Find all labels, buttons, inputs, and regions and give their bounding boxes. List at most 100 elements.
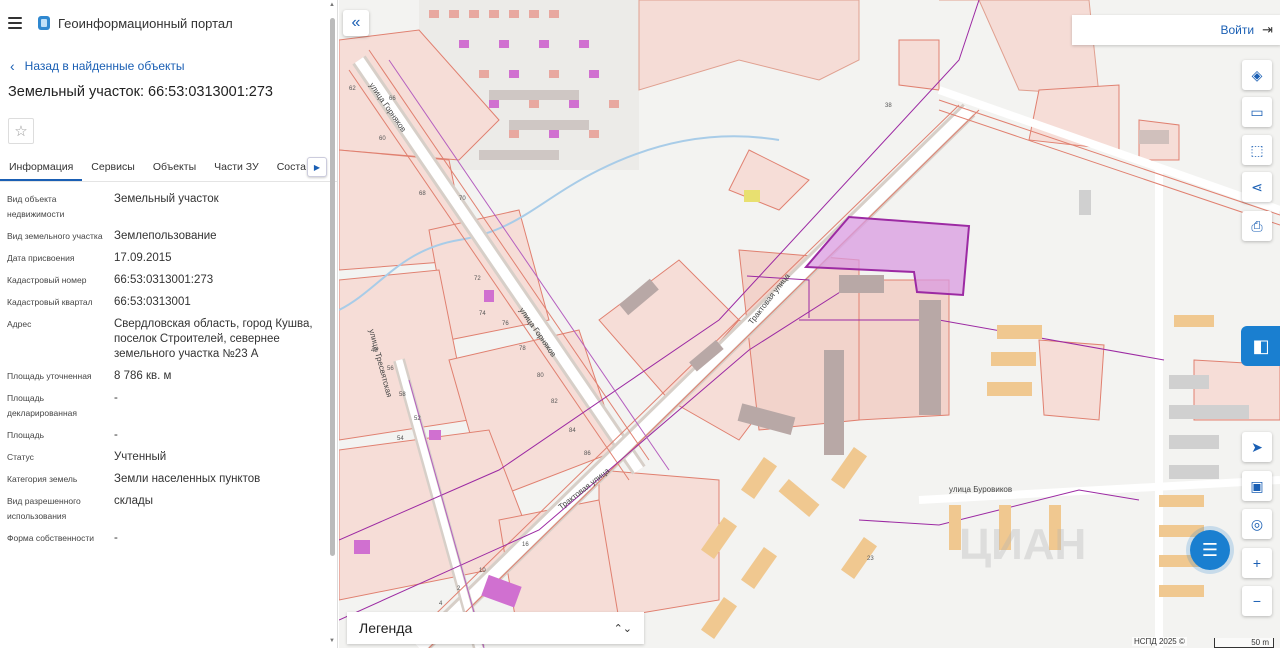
house-number: 58 [399,392,406,398]
property-value: Земельный участок [114,193,219,205]
scale-bar: 50 m [1214,638,1274,648]
house-number: 76 [502,321,509,327]
collapse-panel-icon[interactable]: « [343,10,369,36]
property-value: 66:53:0313001 [114,296,191,308]
app-title: Геоинформационный портал [58,15,233,31]
property-row: Площадь - [7,428,329,443]
legend-label: Легенда [359,620,413,636]
extension-badge-icon[interactable]: ◧ [1241,326,1280,366]
tab-info[interactable]: Информация [0,154,83,181]
map-canvas[interactable]: улица Горняков улица Горняков улица Трес… [339,0,1280,648]
legend-dropdown[interactable]: Легенда ⌃⌄ [347,612,644,644]
property-value: - [114,429,118,441]
house-number: 82 [551,399,558,405]
ruler-icon[interactable]: ▭ [1242,97,1272,127]
tab-objects[interactable]: Объекты [144,154,205,181]
house-number: 72 [474,276,481,282]
portal-logo-icon [38,16,50,30]
property-value: Учтенный [114,451,167,463]
chevron-updown-icon: ⌃⌄ [613,622,632,635]
property-value: 66:53:0313001:273 [114,274,214,286]
property-label: Площадь декларированная [7,393,77,418]
property-value: Землепользование [114,230,217,242]
property-row: Вид разрешенного использования склады [7,494,329,524]
scroll-down-icon[interactable]: ▼ [329,638,335,644]
property-row: Статус Учтенный [7,450,329,465]
property-row: Вид земельного участка Землепользование [7,229,329,244]
tabs-scroll-right-icon[interactable]: ▶ [307,157,327,177]
house-number: 23 [867,556,874,562]
house-number: 38 [885,103,892,109]
zoom-in-icon[interactable]: + [1242,548,1272,578]
panel-scrollbar[interactable] [330,18,335,556]
watermark-logo: ЦИАН [959,520,1087,569]
navigate-icon[interactable]: ➤ [1242,432,1272,462]
favorite-star-icon[interactable]: ☆ [8,118,34,144]
house-number: 66 [389,96,396,102]
tab-parcel-parts[interactable]: Части ЗУ [205,154,268,181]
login-button[interactable]: Войти ⇥ [1072,15,1280,45]
house-number: 52 [414,416,421,422]
chevron-left-icon: ‹ [10,58,15,74]
property-label: Вид земельного участка [7,231,103,241]
house-number: 10 [479,568,486,574]
login-icon: ⇥ [1262,22,1273,37]
property-label: Категория земель [7,474,78,484]
map-view[interactable]: улица Горняков улица Горняков улица Трес… [339,0,1280,648]
property-value: склады [114,495,153,507]
back-link-label: Назад в найденные объекты [24,59,185,73]
chat-icon[interactable]: ☰ [1190,530,1230,570]
house-number: 70 [459,196,466,202]
property-value: Свердловская область, город Кушва, посел… [114,318,313,360]
property-label: Адрес [7,319,32,329]
object-title: Земельный участок: 66:53:0313001:273 [8,84,273,100]
street-label: улица Буровиков [949,485,1012,494]
panel-icon[interactable]: ▣ [1242,471,1272,501]
property-value: - [114,532,118,544]
menu-icon[interactable] [8,17,22,29]
locate-icon[interactable]: ◎ [1242,509,1272,539]
property-row: Площадь декларированная - [7,391,329,421]
property-label: Статус [7,452,34,462]
house-number: 80 [537,373,544,379]
property-row: Площадь уточненная 8 786 кв. м [7,369,329,384]
login-label: Войти [1220,23,1255,37]
house-number: 60 [379,136,386,142]
property-row: Кадастровый квартал 66:53:0313001 [7,295,329,310]
property-label: Вид объекта недвижимости [7,194,65,219]
property-label: Форма собственности [7,533,94,543]
property-row: Дата присвоения 17.09.2015 [7,251,329,266]
tab-bar: Информация Сервисы Объекты Части ЗУ Сост… [0,154,337,182]
property-label: Площадь [7,430,45,440]
house-number: 56 [387,366,394,372]
house-number: 86 [584,451,591,457]
house-number: 84 [569,428,576,434]
property-label: Площадь уточненная [7,371,92,381]
house-number: 62 [349,86,356,92]
zoom-out-icon[interactable]: − [1242,586,1272,616]
house-number: 48 [371,348,378,354]
house-number: 54 [397,436,404,442]
house-number: 16 [522,542,529,548]
print-icon[interactable]: ⎙ [1242,211,1272,241]
tab-services[interactable]: Сервисы [82,154,144,181]
property-row: Кадастровый номер 66:53:0313001:273 [7,273,329,288]
share-icon[interactable]: ⋖ [1242,172,1272,202]
layers-icon[interactable]: ◈ [1242,60,1272,90]
property-label: Вид разрешенного использования [7,496,81,521]
info-panel: Геоинформационный портал ‹ Назад в найде… [0,0,338,648]
property-label: Дата присвоения [7,253,75,263]
property-row: Форма собственности - [7,531,329,546]
select-area-icon[interactable]: ⬚ [1242,135,1272,165]
house-number: 68 [419,191,426,197]
property-value: - [114,392,118,404]
property-row: Категория земель Земли населенных пунктов [7,472,329,487]
property-value: Земли населенных пунктов [114,473,261,485]
property-row: Вид объекта недвижимости Земельный участо… [7,192,329,222]
panel-header: Геоинформационный портал [0,0,337,46]
house-number: 78 [519,346,526,352]
back-link[interactable]: ‹ Назад в найденные объекты [0,46,337,76]
scroll-up-icon[interactable]: ▲ [329,2,335,8]
copyright: НСПД 2025 © [1132,637,1187,646]
properties-list: Вид объекта недвижимости Земельный участо… [0,182,337,546]
